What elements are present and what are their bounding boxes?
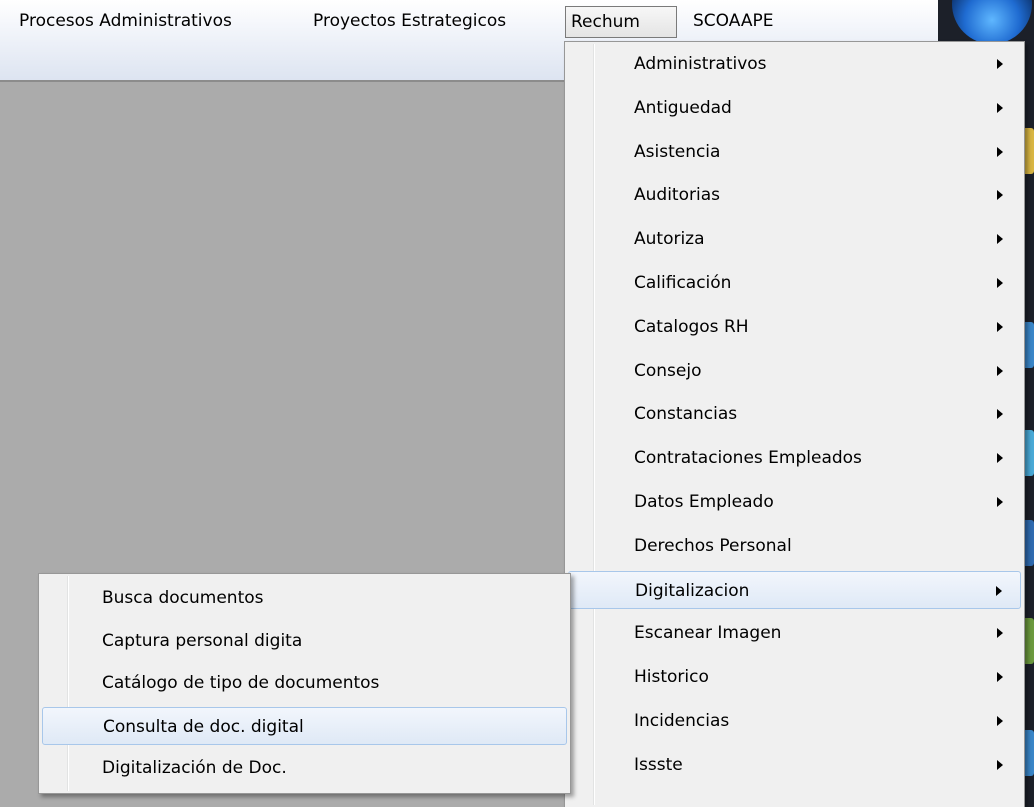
menu-item-auditorias[interactable]: Auditorias [568,176,1021,214]
submenu-item-label: Consulta de doc. digital [103,716,304,737]
submenu-arrow-icon [997,234,1003,245]
menu-item-consejo[interactable]: Consejo [568,352,1021,390]
menu-item-administrativos[interactable]: Administrativos [568,45,1021,83]
submenu-item-catalogo-de-tipo-de-documentos[interactable]: Catálogo de tipo de documentos [42,664,567,702]
menu-item-historico[interactable]: Historico [568,658,1021,696]
submenu-arrow-icon [997,59,1003,69]
submenu-arrow-icon [997,497,1003,507]
menu-item-label: Catalogos RH [634,316,749,337]
menu-item-label: Incidencias [634,711,730,731]
submenu-item-label: Captura personal digita [102,630,303,651]
submenu-arrow-icon [997,146,1003,157]
menu-item-label: Historico [634,667,709,688]
digitalizacion-submenu: Busca documentos Captura personal digita C… [38,573,571,794]
menu-rechum[interactable]: Rechum [565,6,677,38]
menu-procesos-administrativos[interactable]: Procesos Administrativos [14,6,237,38]
submenu-arrow-icon [997,628,1003,639]
menu-item-antiguedad[interactable]: Antiguedad [568,89,1021,127]
submenu-item-label: Catálogo de tipo de documentos [102,673,380,693]
rechum-dropdown-menu: Administrativos Antiguedad Asistencia Audit… [564,41,1025,807]
submenu-arrow-icon [996,585,1002,596]
submenu-arrow-icon [997,672,1003,683]
submenu-item-consulta-de-doc-digital[interactable]: Consulta de doc. digital [42,706,567,745]
menu-item-datos-empleado[interactable]: Datos Empleado [568,483,1021,521]
submenu-arrow-icon [997,365,1003,376]
menu-item-label: Datos Empleado [634,492,774,512]
menu-item-label: Digitalizacion [635,580,750,601]
submenu-item-busca-documentos[interactable]: Busca documentos [42,579,567,617]
submenu-item-label: Busca documentos [102,588,264,608]
submenu-item-digitalizacion-de-doc[interactable]: Digitalización de Doc. [42,749,567,787]
submenu-arrow-icon [997,190,1003,201]
menu-item-label: Antiguedad [634,97,732,118]
submenu-arrow-icon [997,716,1003,726]
menu-item-escanear-imagen[interactable]: Escanear Imagen [568,614,1021,652]
submenu-item-label: Digitalización de Doc. [102,758,287,778]
menu-proyectos-estrategicos[interactable]: Proyectos Estrategicos [308,6,511,38]
menu-item-label: Constancias [634,404,738,425]
submenu-arrow-icon [997,759,1003,770]
menu-item-asistencia[interactable]: Asistencia [568,133,1021,171]
menu-item-incidencias[interactable]: Incidencias [568,702,1021,740]
submenu-item-captura-personal-digita[interactable]: Captura personal digita [42,622,567,660]
menu-item-label: Asistencia [634,141,721,162]
menu-item-label: Contrataciones Empleados [634,448,862,469]
menu-item-digitalizacion[interactable]: Digitalizacion [568,570,1021,609]
menu-item-label: Derechos Personal [634,535,792,556]
menu-item-label: Autoriza [634,229,705,250]
menu-item-label: Administrativos [634,54,767,74]
menu-item-label: Auditorias [634,185,720,206]
submenu-arrow-icon [997,278,1003,288]
menu-item-label: Calificación [634,273,732,293]
submenu-arrow-icon [997,321,1003,332]
menu-item-autoriza[interactable]: Autoriza [568,220,1021,258]
menu-item-calificacion[interactable]: Calificación [568,264,1021,302]
submenu-arrow-icon [997,102,1003,113]
menu-item-label: Issste [634,754,683,775]
menu-item-constancias[interactable]: Constancias [568,395,1021,433]
menu-item-derechos-personal[interactable]: Derechos Personal [568,527,1021,565]
menu-item-label: Consejo [634,360,702,381]
menu-item-issste[interactable]: Issste [568,746,1021,784]
submenu-arrow-icon [997,409,1003,420]
menu-scoaape[interactable]: SCOAAPE [688,6,778,38]
menu-item-label: Escanear Imagen [634,623,782,644]
menu-item-catalogos-rh[interactable]: Catalogos RH [568,308,1021,346]
menu-item-contrataciones-empleados[interactable]: Contrataciones Empleados [568,439,1021,477]
submenu-arrow-icon [997,453,1003,464]
